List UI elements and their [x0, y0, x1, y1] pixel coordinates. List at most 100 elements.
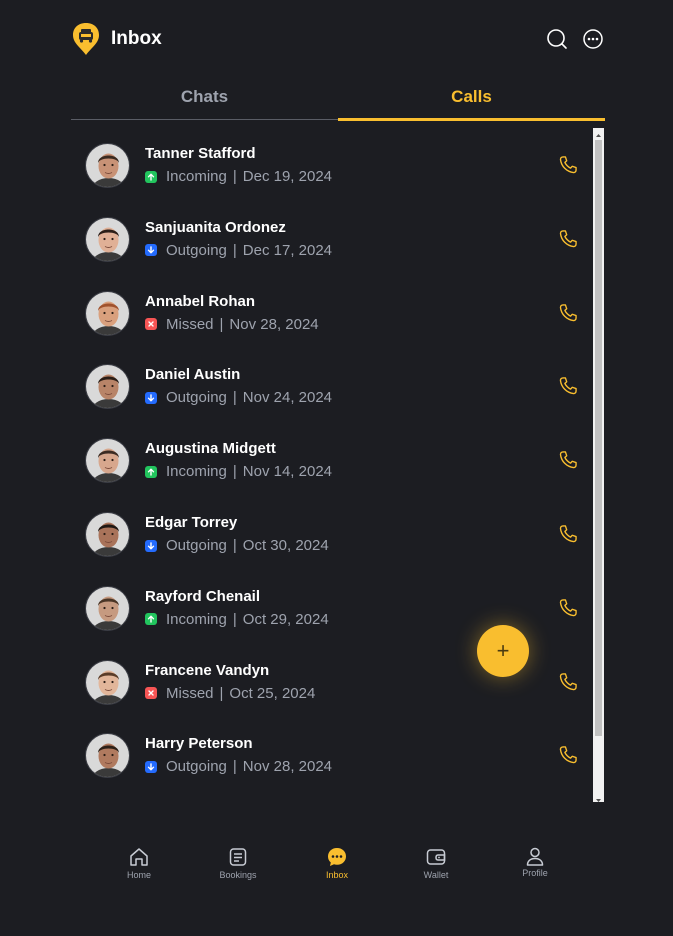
call-meta: Outgoing | Nov 24, 2024 [145, 389, 332, 406]
more-icon[interactable] [582, 28, 604, 50]
call-meta: Missed | Nov 28, 2024 [145, 316, 319, 333]
caller-name: Rayford Chenail [145, 587, 261, 605]
phone-icon[interactable] [557, 744, 579, 766]
app-header: Inbox [71, 22, 604, 56]
caller-name: Harry Peterson [145, 735, 253, 753]
avatar [85, 585, 130, 631]
call-meta: Incoming | Dec 19, 2024 [145, 168, 332, 185]
page-title: Inbox [111, 28, 162, 49]
profile-icon [524, 846, 546, 868]
call-date: Nov 14, 2024 [242, 463, 333, 481]
call-row[interactable]: Annabel Rohan Missed | Nov 28, 2024 [71, 276, 593, 350]
call-type: Outgoing [166, 758, 227, 776]
phone-icon[interactable] [557, 302, 579, 324]
nav-item-profile[interactable]: Profile [485, 840, 585, 886]
tab-chats[interactable]: Chats [71, 80, 338, 120]
scroll-thumb[interactable] [595, 140, 602, 736]
call-row[interactable]: Harry Peterson Outgoing | Nov 28, 2024 [71, 718, 593, 792]
bookings-icon [227, 846, 249, 868]
nav-label-bookings: Bookings [219, 870, 257, 880]
call-date: Dec 17, 2024 [242, 241, 333, 259]
nav-item-inbox[interactable]: Inbox [287, 840, 387, 886]
nav-item-bookings[interactable]: Bookings [188, 840, 288, 886]
call-type: Outgoing [166, 241, 227, 259]
nav-label-profile: Profile [522, 868, 548, 878]
call-date: Oct 29, 2024 [242, 610, 329, 628]
bottom-nav: Home Bookings Inbox Wallet Profile [89, 840, 585, 886]
call-row[interactable]: Augustina Midgett Incoming | Nov 14, 202… [71, 423, 593, 497]
call-type: Incoming [166, 463, 227, 481]
call-type: Incoming [166, 168, 227, 185]
outgoing-arrow-icon [145, 539, 157, 552]
caller-name: Sanjuanita Ordonez [145, 218, 286, 236]
avatar [85, 733, 130, 779]
nav-label-home: Home [126, 870, 151, 880]
home-icon [128, 846, 150, 868]
caller-name: Annabel Rohan [145, 292, 256, 310]
call-meta: Outgoing | Oct 30, 2024 [145, 537, 329, 554]
caller-name: Francene Vandyn [145, 661, 270, 679]
meta-separator: | [232, 168, 237, 185]
call-type: Missed [166, 684, 214, 702]
meta-separator: | [232, 537, 237, 554]
caller-name: Tanner Stafford [145, 145, 256, 162]
call-type: Missed [166, 315, 214, 333]
meta-separator: | [232, 758, 237, 776]
avatar [85, 216, 130, 262]
meta-separator: | [219, 684, 224, 702]
phone-icon[interactable] [557, 154, 579, 176]
meta-separator: | [232, 463, 237, 481]
new-call-button[interactable]: + [477, 625, 529, 677]
caller-name: Augustina Midgett [145, 440, 276, 458]
call-type: Outgoing [166, 389, 227, 407]
phone-icon[interactable] [557, 375, 579, 397]
missed-call-icon [145, 318, 157, 331]
tab-calls[interactable]: Calls [338, 80, 605, 121]
meta-separator: | [219, 315, 224, 333]
call-date: Nov 28, 2024 [242, 758, 333, 776]
scroll-up-arrow-icon[interactable] [593, 128, 604, 138]
scrollbar[interactable] [593, 128, 604, 802]
call-meta: Incoming | Nov 14, 2024 [145, 463, 332, 480]
phone-icon[interactable] [557, 228, 579, 250]
phone-icon[interactable] [557, 449, 579, 471]
nav-label-inbox: Inbox [325, 870, 349, 880]
taxi-logo-icon [71, 22, 101, 56]
scroll-down-arrow-icon[interactable] [593, 792, 604, 802]
call-list: Tanner Stafford Incoming | Dec 19, 2024 [71, 128, 604, 802]
meta-separator: | [232, 389, 237, 407]
caller-name: Edgar Torrey [145, 514, 238, 531]
missed-call-icon [145, 687, 157, 700]
nav-item-home[interactable]: Home [89, 840, 189, 886]
call-date: Nov 24, 2024 [242, 389, 333, 407]
search-icon[interactable] [546, 28, 568, 50]
avatar [85, 659, 130, 705]
call-type: Incoming [166, 610, 227, 628]
wallet-icon [425, 846, 447, 868]
call-meta: Outgoing | Nov 28, 2024 [145, 758, 332, 775]
app-root: Inbox Chats Calls Tanner Stafford Incomi… [0, 0, 673, 936]
incoming-arrow-icon [145, 465, 157, 478]
call-row[interactable]: Daniel Austin Outgoing | Nov 24, 2024 [71, 349, 593, 423]
plus-icon: + [496, 638, 510, 663]
phone-icon[interactable] [557, 671, 579, 693]
call-row[interactable]: Tanner Stafford Incoming | Dec 19, 2024 [71, 128, 593, 202]
nav-item-wallet[interactable]: Wallet [386, 840, 486, 886]
phone-icon[interactable] [557, 523, 579, 545]
tab-bar: Chats Calls [71, 80, 605, 122]
phone-icon[interactable] [557, 597, 579, 619]
call-date: Oct 30, 2024 [242, 537, 329, 554]
incoming-arrow-icon [145, 170, 157, 183]
chat-icon [326, 846, 348, 868]
call-row[interactable]: Edgar Torrey Outgoing | Oct 30, 2024 [71, 497, 593, 571]
nav-label-wallet: Wallet [423, 870, 449, 880]
avatar [85, 290, 130, 336]
outgoing-arrow-icon [145, 760, 157, 773]
meta-separator: | [232, 610, 237, 628]
caller-name: Daniel Austin [145, 366, 241, 384]
outgoing-arrow-icon [145, 244, 157, 257]
call-meta: Missed | Oct 25, 2024 [145, 685, 315, 702]
call-row[interactable]: Sanjuanita Ordonez Outgoing | Dec 17, 20… [71, 202, 593, 276]
incoming-arrow-icon [145, 613, 157, 626]
call-date: Dec 19, 2024 [242, 168, 333, 185]
